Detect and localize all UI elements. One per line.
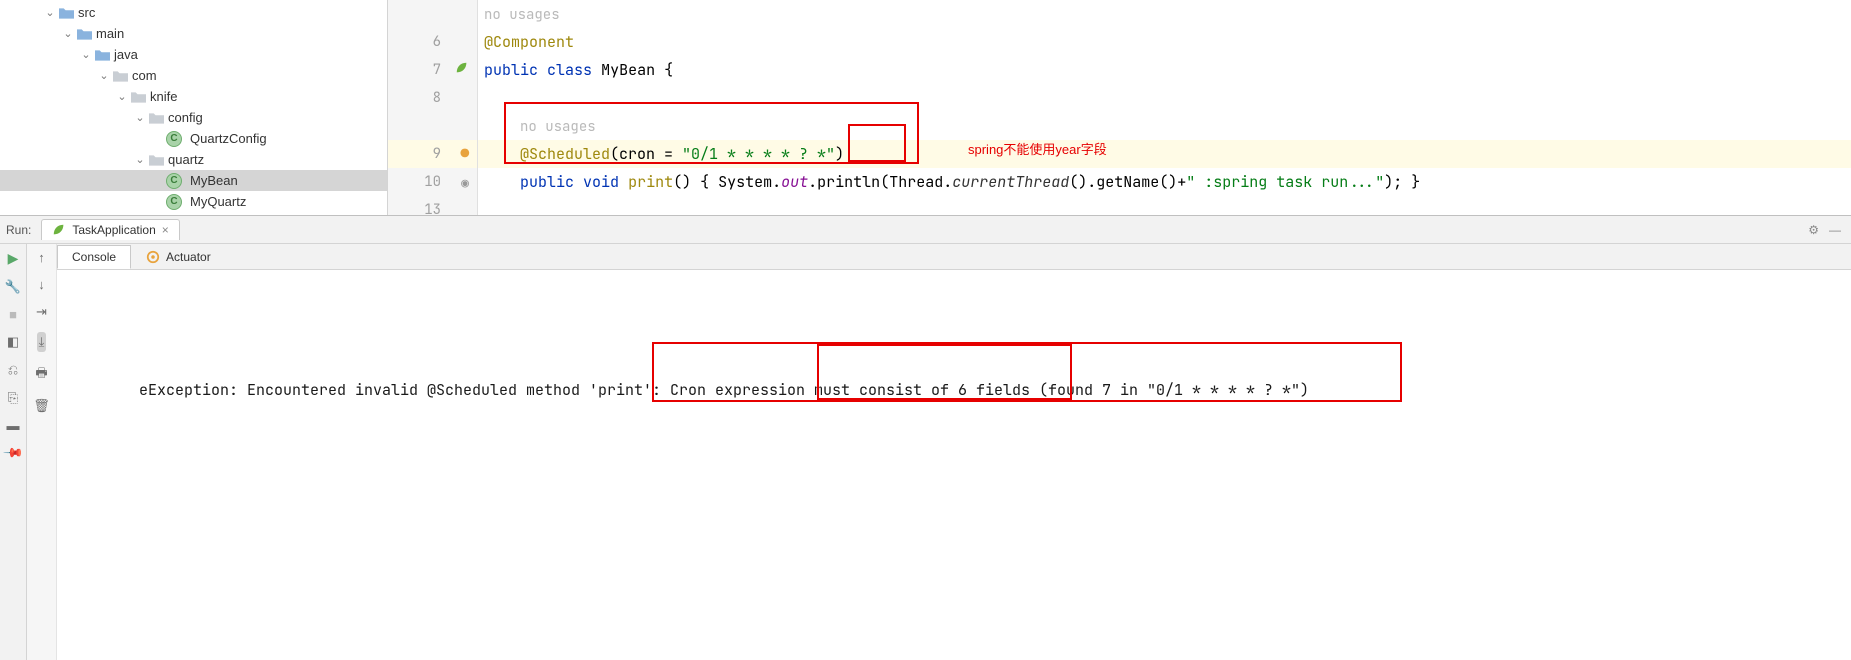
run-title: Run: (6, 223, 31, 237)
usage-hint[interactable]: no usages (484, 6, 560, 24)
close-icon[interactable]: × (162, 223, 169, 237)
gutter-line: 13 (388, 196, 477, 224)
tree-node-knife[interactable]: ⌄ knife (0, 86, 387, 107)
scroll-up-icon[interactable]: ↑ (38, 250, 45, 265)
highlight-box-error2 (817, 344, 1072, 400)
chevron-down-icon: ⌄ (132, 111, 148, 124)
folder-icon (58, 7, 74, 19)
gutter-line: 6 (388, 28, 477, 56)
code-editor[interactable]: 6 7 8 9 ● 10 ◉ 13 no usages @Component p… (388, 0, 1851, 215)
settings-icon[interactable]: ⎌ (8, 362, 18, 378)
camera-icon[interactable]: ◧ (7, 334, 19, 350)
spring-leaf-icon (52, 223, 66, 237)
chevron-down-icon: ⌄ (114, 90, 130, 103)
actuator-icon (146, 250, 160, 264)
soft-wrap-icon[interactable]: ⇥ (36, 304, 47, 320)
class-icon: C (166, 194, 182, 210)
gutter-line: 9 ● (388, 140, 477, 168)
tree-label: knife (150, 89, 177, 104)
annotation-component: @Component (484, 32, 574, 52)
chevron-down-icon: ⌄ (60, 27, 76, 40)
run-config-tab[interactable]: TaskApplication × (41, 219, 179, 240)
stop-icon[interactable]: ■ (9, 307, 17, 322)
package-icon (130, 91, 146, 103)
chevron-down-icon: ⌄ (132, 153, 148, 166)
chevron-down-icon: ⌄ (96, 69, 112, 82)
project-tree[interactable]: ⌄ src ⌄ main ⌄ java ⌄ com ⌄ knife ⌄ conf… (0, 0, 388, 215)
tree-label: com (132, 68, 157, 83)
collapse-icon[interactable]: ◉ (461, 174, 469, 191)
tree-node-com[interactable]: ⌄ com (0, 65, 387, 86)
run-output-tabs: Console Actuator (57, 244, 1851, 270)
scroll-to-end-icon[interactable]: ⤓ (37, 332, 47, 352)
tree-label: QuartzConfig (190, 131, 267, 146)
tree-node-quartz[interactable]: ⌄ quartz (0, 149, 387, 170)
folder-icon (76, 28, 92, 40)
chevron-down-icon: ⌄ (42, 6, 58, 19)
tree-label: main (96, 26, 124, 41)
gear-icon[interactable]: ⚙ (1808, 223, 1819, 237)
gutter-line (388, 112, 477, 140)
tree-label: quartz (168, 152, 204, 167)
trash-icon[interactable]: ▬ (7, 418, 20, 433)
annotation-text: spring不能使用year字段 (968, 136, 1107, 164)
gutter-line: 7 (388, 56, 477, 84)
tree-node-java[interactable]: ⌄ java (0, 44, 387, 65)
exit-icon[interactable]: ⎘ (8, 390, 18, 406)
run-toolbar-console: ↑ ↓ ⇥ ⤓ 🖶 🗑 (27, 244, 57, 660)
chevron-down-icon: ⌄ (78, 48, 94, 61)
folder-icon (94, 49, 110, 61)
tab-console[interactable]: Console (57, 245, 131, 269)
warning-bulb-icon[interactable]: ● (461, 145, 469, 163)
package-icon (112, 70, 128, 82)
tree-label: MyQuartz (190, 194, 246, 209)
run-toolbar-left: ▶ 🔧 ■ ◧ ⎌ ⎘ ▬ 📌 (0, 244, 27, 660)
gutter-line: 8 (388, 84, 477, 112)
class-icon: C (166, 173, 182, 189)
pin-icon[interactable]: 📌 (2, 442, 25, 465)
tree-label: src (78, 5, 95, 20)
minimize-icon[interactable]: — (1829, 223, 1841, 237)
tree-node-mybean[interactable]: C MyBean (0, 170, 387, 191)
tree-node-config[interactable]: ⌄ config (0, 107, 387, 128)
run-config-label: TaskApplication (72, 223, 155, 237)
tree-label: config (168, 110, 203, 125)
editor-gutter: 6 7 8 9 ● 10 ◉ 13 (388, 0, 478, 215)
console-output[interactable]: eException: Encountered invalid @Schedul… (57, 270, 1851, 660)
wrench-icon[interactable]: 🔧 (5, 279, 21, 295)
tree-label: java (114, 47, 138, 62)
code-area[interactable]: no usages @Component public class MyBean… (478, 0, 1851, 215)
clear-icon[interactable]: 🗑 (33, 398, 50, 414)
tree-node-quartzconfig[interactable]: C QuartzConfig (0, 128, 387, 149)
tab-actuator[interactable]: Actuator (131, 245, 226, 269)
class-icon: C (166, 131, 182, 147)
run-panel: Run: TaskApplication × ⚙ — ▶ 🔧 ■ ◧ ⎌ ⎘ ▬… (0, 215, 1851, 660)
tree-label: MyBean (190, 173, 238, 188)
run-icon[interactable]: ▶ (8, 250, 19, 267)
package-icon (148, 112, 164, 124)
tree-node-main[interactable]: ⌄ main (0, 23, 387, 44)
tree-node-myquartz[interactable]: C MyQuartz (0, 191, 387, 212)
spring-leaf-icon (455, 61, 469, 80)
print-icon[interactable]: 🖶 (35, 364, 47, 386)
gutter-line (388, 0, 477, 28)
highlight-box-year-star (848, 124, 906, 162)
scroll-down-icon[interactable]: ↓ (38, 277, 45, 292)
tree-node-src[interactable]: ⌄ src (0, 2, 387, 23)
package-icon (148, 154, 164, 166)
gutter-line: 10 ◉ (388, 168, 477, 196)
